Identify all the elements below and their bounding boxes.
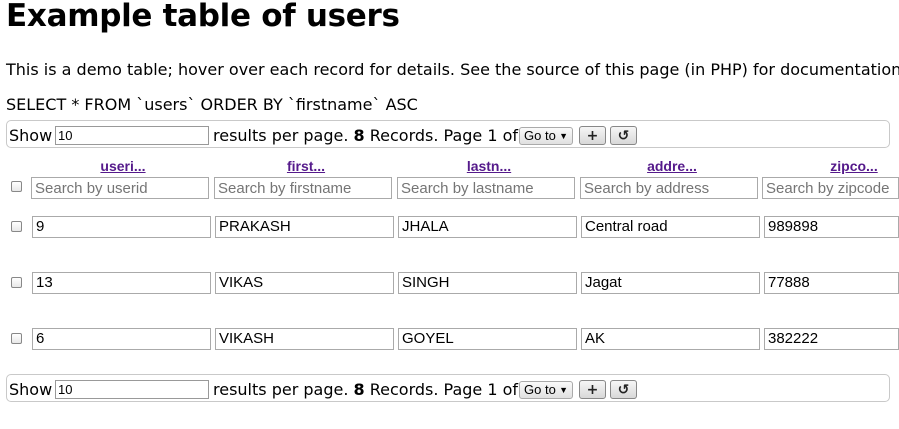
row-checkbox[interactable] [11, 277, 22, 288]
records-text: Records. Page 1 of 1 [369, 380, 534, 399]
pager-status: results per page. 8 Records. Page 1 of 1 [213, 126, 533, 145]
cell-lastname[interactable]: JHALA [398, 216, 577, 238]
select-all-checkbox[interactable] [11, 181, 22, 192]
cell-lastname[interactable]: GOYEL [398, 328, 577, 350]
page-title: Example table of users [6, 0, 400, 34]
cell-zipcode[interactable]: 382222 [764, 328, 899, 350]
show-label: Show [9, 126, 53, 145]
show-label: Show [9, 380, 53, 399]
goto-label: Go to [524, 128, 556, 143]
search-lastname-input[interactable] [397, 177, 575, 199]
add-record-button[interactable]: + [579, 380, 606, 399]
search-zipcode-input[interactable] [762, 177, 899, 199]
row-checkbox[interactable] [11, 221, 22, 232]
reset-button[interactable]: ↺ [610, 380, 637, 399]
add-record-button[interactable]: + [579, 126, 606, 145]
record-count: 8 [353, 380, 365, 399]
pager-status: results per page. 8 Records. Page 1 of 1 [213, 380, 533, 399]
cell-address[interactable]: Central road [581, 216, 760, 238]
cell-zipcode[interactable]: 77888 [764, 272, 899, 294]
records-text: Records. Page 1 of 1 [369, 126, 534, 145]
goto-select[interactable]: Go to ▼ [519, 381, 573, 399]
chevron-down-icon: ▼ [559, 385, 568, 395]
column-header-address[interactable]: addre... [580, 158, 764, 174]
per-page-text: results per page. [213, 380, 349, 399]
column-header-lastname[interactable]: lastn... [397, 158, 581, 174]
cell-userid[interactable]: 13 [32, 272, 211, 294]
per-page-input[interactable] [55, 380, 209, 399]
cell-zipcode[interactable]: 989898 [764, 216, 899, 238]
cell-userid[interactable]: 9 [32, 216, 211, 238]
reset-button[interactable]: ↺ [610, 126, 637, 145]
column-header-zipcode[interactable]: zipco... [762, 158, 899, 174]
column-header-firstname[interactable]: first... [214, 158, 398, 174]
page-description: This is a demo table; hover over each re… [6, 60, 899, 79]
cell-address[interactable]: AK [581, 328, 760, 350]
cell-firstname[interactable]: VIKASH [215, 328, 394, 350]
cell-firstname[interactable]: PRAKASH [215, 216, 394, 238]
per-page-input[interactable] [55, 126, 209, 145]
record-count: 8 [353, 126, 365, 145]
goto-label: Go to [524, 382, 556, 397]
row-checkbox[interactable] [11, 333, 22, 344]
reset-icon: ↺ [617, 381, 630, 398]
search-userid-input[interactable] [31, 177, 209, 199]
pager-bottom: Show results per page. 8 Records. Page 1… [6, 374, 890, 402]
goto-select[interactable]: Go to ▼ [519, 127, 573, 145]
plus-icon: + [586, 381, 599, 398]
column-header-userid[interactable]: useri... [31, 158, 215, 174]
plus-icon: + [586, 127, 599, 144]
chevron-down-icon: ▼ [559, 131, 568, 141]
cell-userid[interactable]: 6 [32, 328, 211, 350]
cell-address[interactable]: Jagat [581, 272, 760, 294]
search-address-input[interactable] [580, 177, 758, 199]
cell-lastname[interactable]: SINGH [398, 272, 577, 294]
search-firstname-input[interactable] [214, 177, 392, 199]
sql-query: SELECT * FROM `users` ORDER BY `firstnam… [6, 95, 418, 114]
reset-icon: ↺ [617, 127, 630, 144]
cell-firstname[interactable]: VIKAS [215, 272, 394, 294]
per-page-text: results per page. [213, 126, 349, 145]
pager-top: Show results per page. 8 Records. Page 1… [6, 120, 890, 148]
